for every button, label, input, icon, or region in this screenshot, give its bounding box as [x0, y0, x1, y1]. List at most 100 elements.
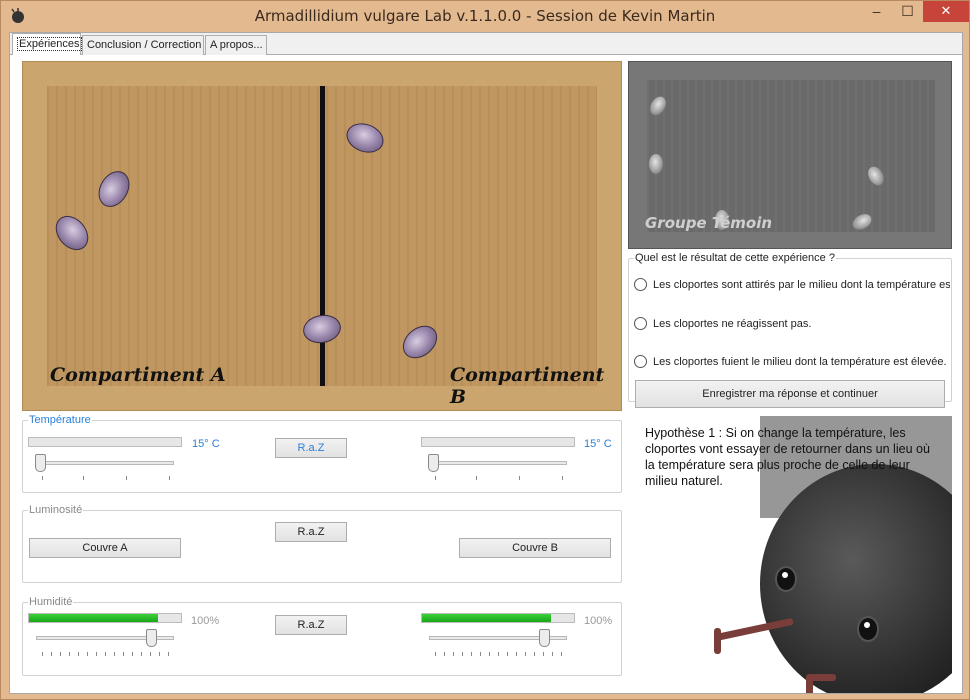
temperature-group: Température 15° C R.a.Z 15° C	[22, 414, 622, 493]
humidity-reset-button[interactable]: R.a.Z	[275, 615, 347, 635]
slider-tick	[516, 652, 517, 656]
humidity-value-b: 100%	[584, 615, 613, 627]
tab-experiences[interactable]: Expériences	[12, 33, 82, 56]
slider-tick	[498, 652, 499, 656]
radio-button[interactable]	[634, 355, 647, 368]
slider-tick	[69, 652, 70, 656]
slider-tick	[42, 652, 43, 656]
slider-tick	[114, 652, 115, 656]
answer-label: Les cloportes fuient le milieu dont la t…	[653, 355, 947, 368]
humidity-value-a: 100%	[191, 615, 220, 627]
slider-tick	[444, 652, 445, 656]
experiences-panel: Compartiment A Compartiment B Groupe Tém…	[10, 55, 962, 693]
humidity-fill-a	[29, 614, 159, 622]
answer-option-1[interactable]: Les cloportes sont attirés par le milieu…	[634, 278, 950, 291]
humidity-bar-b	[421, 613, 575, 623]
humidity-group: Humidité 100% R.a.Z 100%	[22, 596, 622, 676]
humidity-legend: Humidité	[29, 596, 73, 608]
mascot-antenna	[714, 628, 721, 654]
mascot-eye-right	[857, 616, 879, 642]
luminosity-legend: Luminosité	[29, 504, 83, 516]
tab-conclusion[interactable]: Conclusion / Correction	[82, 35, 204, 55]
slider-tick	[169, 476, 170, 480]
slider-tick	[453, 652, 454, 656]
cover-b-button[interactable]: Couvre B	[459, 538, 611, 558]
temperature-value-a: 15° C	[192, 438, 220, 450]
slider-tick	[543, 652, 544, 656]
radio-button[interactable]	[634, 317, 647, 330]
hypothesis-text: Hypothèse 1 : Si on change la températur…	[645, 426, 930, 488]
humidity-slider-a[interactable]	[146, 629, 157, 647]
temperature-slider-b[interactable]	[428, 454, 439, 472]
tab-label: Conclusion / Correction	[87, 39, 202, 51]
minimize-button[interactable]: –	[863, 1, 890, 22]
slider-tick	[471, 652, 472, 656]
slider-tick	[168, 652, 169, 656]
humidity-bar-a	[28, 613, 182, 623]
temperature-slider-a[interactable]	[35, 454, 46, 472]
client-area: Expériences Conclusion / Correction A pr…	[9, 32, 963, 694]
tab-strip: Expériences Conclusion / Correction A pr…	[10, 33, 962, 56]
control-group-label: Groupe Témoin	[645, 214, 773, 232]
question-group: Quel est le résultat de cette expérience…	[628, 252, 952, 408]
mascot-antenna	[806, 676, 813, 693]
slider-tick	[132, 652, 133, 656]
slider-tick	[476, 476, 477, 480]
slider-tick	[552, 652, 553, 656]
tab-label: Expériences	[17, 37, 82, 51]
slider-tick	[507, 652, 508, 656]
slider-tick	[96, 652, 97, 656]
submit-answer-button[interactable]: Enregistrer ma réponse et continuer	[635, 380, 945, 408]
slider-tick	[83, 476, 84, 480]
control-woodlouse	[649, 154, 663, 174]
temperature-reset-button[interactable]: R.a.Z	[275, 438, 347, 458]
slider-tick	[462, 652, 463, 656]
temperature-slider-a-track[interactable]	[36, 461, 174, 465]
slider-tick	[480, 652, 481, 656]
luminosity-reset-button[interactable]: R.a.Z	[275, 522, 347, 542]
slider-tick	[51, 652, 52, 656]
control-floor	[647, 80, 935, 232]
answer-label: Les cloportes ne réagissent pas.	[653, 317, 812, 330]
temperature-value-b: 15° C	[584, 438, 612, 450]
slider-tick	[562, 476, 563, 480]
slider-tick	[126, 476, 127, 480]
slider-tick	[150, 652, 151, 656]
slider-tick	[435, 652, 436, 656]
answer-label: Les cloportes sont attirés par le milieu…	[653, 278, 950, 291]
compartment-b-label: Compartiment B	[450, 364, 605, 408]
cover-a-button[interactable]: Couvre A	[29, 538, 181, 558]
luminosity-group: Luminosité R.a.Z Couvre A Couvre B	[22, 504, 622, 583]
hypothesis-area: Hypothèse 1 : Si on change la températur…	[628, 416, 952, 693]
slider-tick	[78, 652, 79, 656]
maximize-button[interactable]: ☐	[894, 1, 921, 22]
answer-option-3[interactable]: Les cloportes fuient le milieu dont la t…	[634, 355, 950, 368]
tab-label: A propos...	[210, 39, 263, 51]
mascot-eye-left	[775, 566, 797, 592]
temperature-legend: Température	[29, 414, 91, 426]
slider-tick	[42, 476, 43, 480]
tab-about[interactable]: A propos...	[205, 35, 267, 55]
experiment-box: Compartiment A Compartiment B	[22, 61, 622, 411]
app-window: Armadillidium vulgare Lab v.1.1.0.0 - Se…	[0, 0, 970, 700]
window-title: Armadillidium vulgare Lab v.1.1.0.0 - Se…	[254, 7, 716, 25]
humidity-fill-b	[422, 614, 552, 622]
compartment-a-label: Compartiment A	[50, 364, 226, 386]
temperature-bar-b	[421, 437, 575, 447]
title-bar: Armadillidium vulgare Lab v.1.1.0.0 - Se…	[1, 1, 969, 31]
question-legend: Quel est le résultat de cette expérience…	[635, 252, 835, 264]
humidity-slider-b[interactable]	[539, 629, 550, 647]
slider-tick	[534, 652, 535, 656]
close-button[interactable]: ✕	[923, 1, 969, 22]
slider-tick	[87, 652, 88, 656]
slider-tick	[489, 652, 490, 656]
slider-tick	[519, 476, 520, 480]
radio-button[interactable]	[634, 278, 647, 291]
temperature-slider-b-track[interactable]	[429, 461, 567, 465]
slider-tick	[435, 476, 436, 480]
slider-tick	[60, 652, 61, 656]
control-group-view: Groupe Témoin	[628, 61, 952, 249]
answer-option-2[interactable]: Les cloportes ne réagissent pas.	[634, 317, 950, 330]
slider-tick	[561, 652, 562, 656]
slider-tick	[105, 652, 106, 656]
